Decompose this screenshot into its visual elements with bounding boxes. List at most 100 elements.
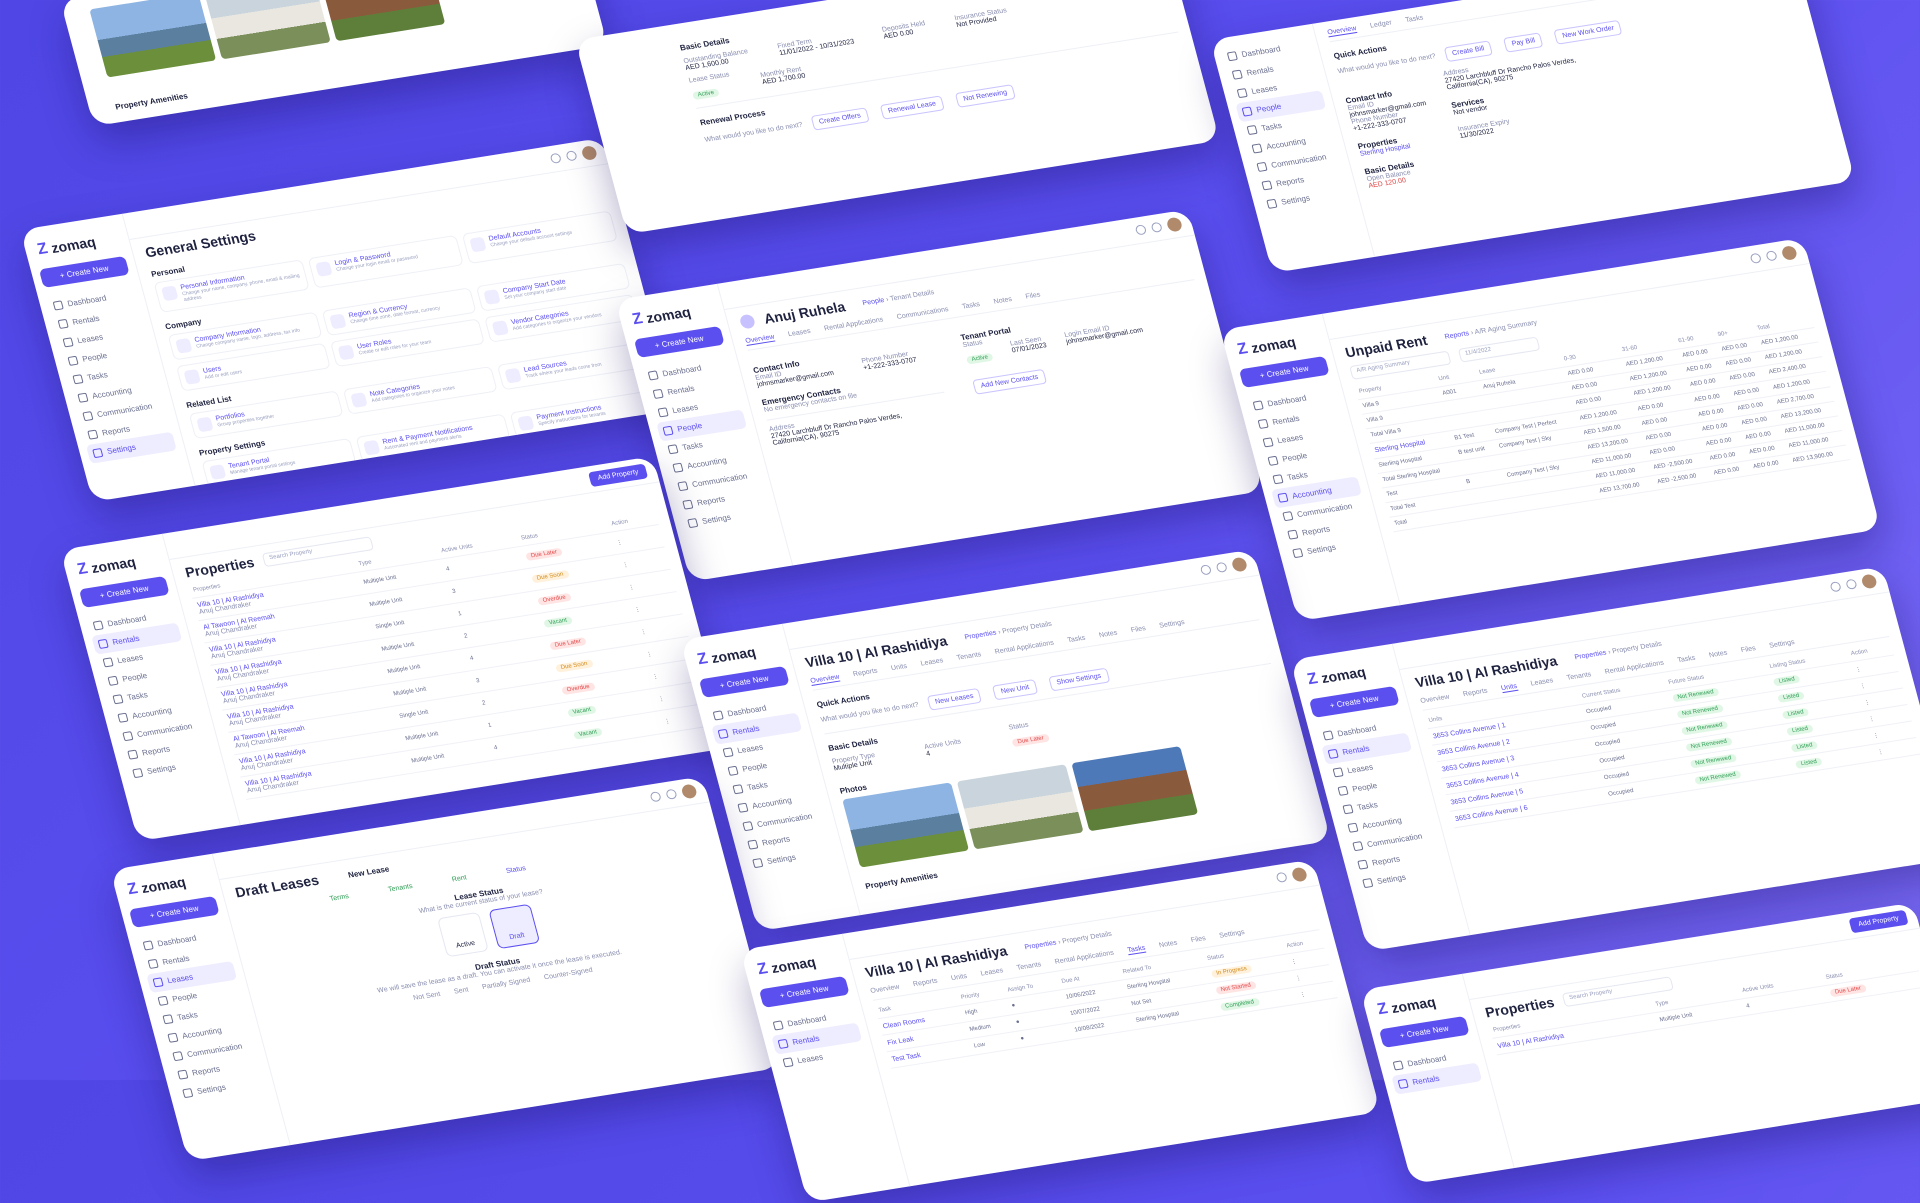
create-new-button[interactable]: + Create New bbox=[1308, 685, 1400, 718]
step-terms[interactable]: Terms bbox=[329, 893, 350, 903]
status-badge: Due Later bbox=[549, 636, 588, 651]
tab-settings[interactable]: Settings bbox=[1159, 619, 1186, 631]
add-property-button[interactable]: Add Property bbox=[1848, 909, 1909, 934]
create-new-button[interactable]: + Create New bbox=[758, 975, 850, 1008]
search-icon[interactable] bbox=[1749, 252, 1762, 264]
avatar[interactable] bbox=[580, 145, 599, 161]
new-leases-button[interactable]: New Leases bbox=[926, 687, 983, 711]
pay-bill-button[interactable]: Pay Bill bbox=[1503, 32, 1544, 53]
tab-communications[interactable]: Communications bbox=[896, 306, 950, 322]
tab-tasks[interactable]: Tasks bbox=[1405, 14, 1425, 25]
bell-icon[interactable] bbox=[665, 788, 678, 800]
add-contact-button[interactable]: Add New Contacts bbox=[972, 368, 1048, 395]
tab-files[interactable]: Files bbox=[1025, 291, 1042, 301]
draft-counter-signed[interactable]: Counter-Signed bbox=[543, 967, 593, 981]
reports-icon bbox=[177, 1069, 189, 1080]
search-icon[interactable] bbox=[1275, 871, 1288, 884]
tab-notes[interactable]: Notes bbox=[993, 296, 1013, 307]
bell-icon[interactable] bbox=[1150, 221, 1163, 234]
not-renewing-button[interactable]: Not Renewing bbox=[954, 84, 1016, 108]
tab-notes[interactable]: Notes bbox=[1708, 650, 1728, 661]
tab-rental-applications[interactable]: Rental Applications bbox=[823, 316, 884, 333]
tab-tenants[interactable]: Tenants bbox=[956, 651, 982, 663]
tab-tasks[interactable]: Tasks bbox=[961, 301, 981, 312]
tab-leases[interactable]: Leases bbox=[1530, 677, 1554, 688]
bell-icon[interactable] bbox=[1845, 578, 1858, 590]
tab-tasks[interactable]: Tasks bbox=[1677, 655, 1697, 666]
tab-files[interactable]: Files bbox=[1740, 645, 1757, 655]
bell-icon[interactable] bbox=[1765, 250, 1778, 262]
dashboard-icon bbox=[1322, 730, 1334, 741]
tab-overview[interactable]: Overview bbox=[870, 984, 901, 996]
step-tenants[interactable]: Tenants bbox=[387, 883, 413, 894]
tab-units[interactable]: Units bbox=[1500, 682, 1519, 694]
create-new-button[interactable]: + Create New bbox=[633, 325, 725, 358]
option-draft[interactable]: Draft bbox=[488, 903, 541, 950]
tab-rental-applications[interactable]: Rental Applications bbox=[1604, 660, 1665, 677]
create-new-button[interactable]: + Create New bbox=[78, 575, 170, 608]
create-new-button[interactable]: + Create New bbox=[698, 665, 790, 698]
tab-settings[interactable]: Settings bbox=[1219, 929, 1246, 941]
bell-icon[interactable] bbox=[565, 150, 578, 162]
step-rent[interactable]: Rent bbox=[451, 874, 467, 883]
tab-reports[interactable]: Reports bbox=[852, 668, 878, 680]
add-property-button[interactable]: Add Property bbox=[588, 463, 649, 487]
renewal-lease-button[interactable]: Renewal Lease bbox=[879, 95, 945, 120]
tab-settings[interactable]: Settings bbox=[1769, 639, 1796, 651]
draft-not-sent[interactable]: Not Sent bbox=[413, 991, 442, 1002]
create-offers-button[interactable]: Create Offers bbox=[810, 107, 870, 131]
avatar[interactable] bbox=[1860, 573, 1878, 590]
tab-reports[interactable]: Reports bbox=[912, 978, 938, 990]
tab-overview[interactable]: Overview bbox=[809, 673, 841, 686]
search-icon[interactable] bbox=[1134, 224, 1148, 236]
people-icon bbox=[67, 355, 79, 366]
step-status[interactable]: Status bbox=[505, 865, 526, 875]
tab-units[interactable]: Units bbox=[950, 973, 968, 983]
avatar[interactable] bbox=[1290, 866, 1309, 883]
avatar[interactable] bbox=[1230, 556, 1249, 573]
tab-units[interactable]: Units bbox=[890, 663, 908, 673]
tab-tasks[interactable]: Tasks bbox=[1067, 635, 1087, 646]
bell-icon[interactable] bbox=[1215, 561, 1228, 574]
tab-notes[interactable]: Notes bbox=[1098, 630, 1118, 641]
reports-icon bbox=[1287, 529, 1299, 540]
draft-partially-signed[interactable]: Partially Signed bbox=[481, 977, 531, 991]
tab-reports[interactable]: Reports bbox=[1462, 688, 1488, 700]
tab-tasks[interactable]: Tasks bbox=[1126, 944, 1147, 956]
tab-notes[interactable]: Notes bbox=[1158, 940, 1178, 951]
create-new-button[interactable]: + Create New bbox=[128, 895, 220, 928]
create-new-button[interactable]: + Create New bbox=[38, 255, 130, 288]
create-bill-button[interactable]: Create Bill bbox=[1443, 40, 1494, 63]
property-photo[interactable] bbox=[842, 782, 970, 868]
tab-files[interactable]: Files bbox=[1190, 935, 1207, 945]
tab-tenants[interactable]: Tenants bbox=[1566, 671, 1592, 683]
tab-overview[interactable]: Overview bbox=[1420, 694, 1451, 706]
logo-mark-icon: Z bbox=[35, 240, 50, 259]
search-icon[interactable] bbox=[1829, 581, 1842, 593]
avatar[interactable] bbox=[680, 783, 698, 800]
property-photo[interactable] bbox=[956, 764, 1084, 850]
new-unit-button[interactable]: New Unit bbox=[992, 679, 1039, 701]
search-icon[interactable] bbox=[649, 791, 662, 803]
tab-overview[interactable]: Overview bbox=[744, 333, 776, 346]
avatar[interactable] bbox=[1165, 216, 1184, 233]
tab-ledger[interactable]: Ledger bbox=[1369, 19, 1393, 30]
tab-rental-applications[interactable]: Rental Applications bbox=[1054, 950, 1115, 967]
avatar[interactable] bbox=[1780, 245, 1799, 261]
tab-overview[interactable]: Overview bbox=[1326, 25, 1358, 38]
option-active[interactable]: Active bbox=[437, 911, 489, 958]
tab-rental-applications[interactable]: Rental Applications bbox=[994, 640, 1055, 657]
create-new-button[interactable]: + Create New bbox=[1238, 355, 1330, 388]
create-new-button[interactable]: + Create New bbox=[1378, 1015, 1470, 1048]
draft-sent[interactable]: Sent bbox=[453, 986, 469, 995]
listing-status-badge: Listed bbox=[1795, 757, 1823, 769]
tab-leases[interactable]: Leases bbox=[980, 967, 1004, 978]
tab-leases[interactable]: Leases bbox=[920, 657, 944, 668]
tab-tenants[interactable]: Tenants bbox=[1016, 961, 1042, 973]
tab-leases[interactable]: Leases bbox=[787, 328, 811, 339]
search-icon[interactable] bbox=[1199, 564, 1213, 576]
search-icon[interactable] bbox=[549, 152, 562, 164]
property-photo[interactable] bbox=[1071, 746, 1199, 832]
unpaid-rent-card: Zzomaq + Create New Dashboard Rentals Le… bbox=[1220, 237, 1881, 622]
tab-files[interactable]: Files bbox=[1130, 625, 1147, 635]
